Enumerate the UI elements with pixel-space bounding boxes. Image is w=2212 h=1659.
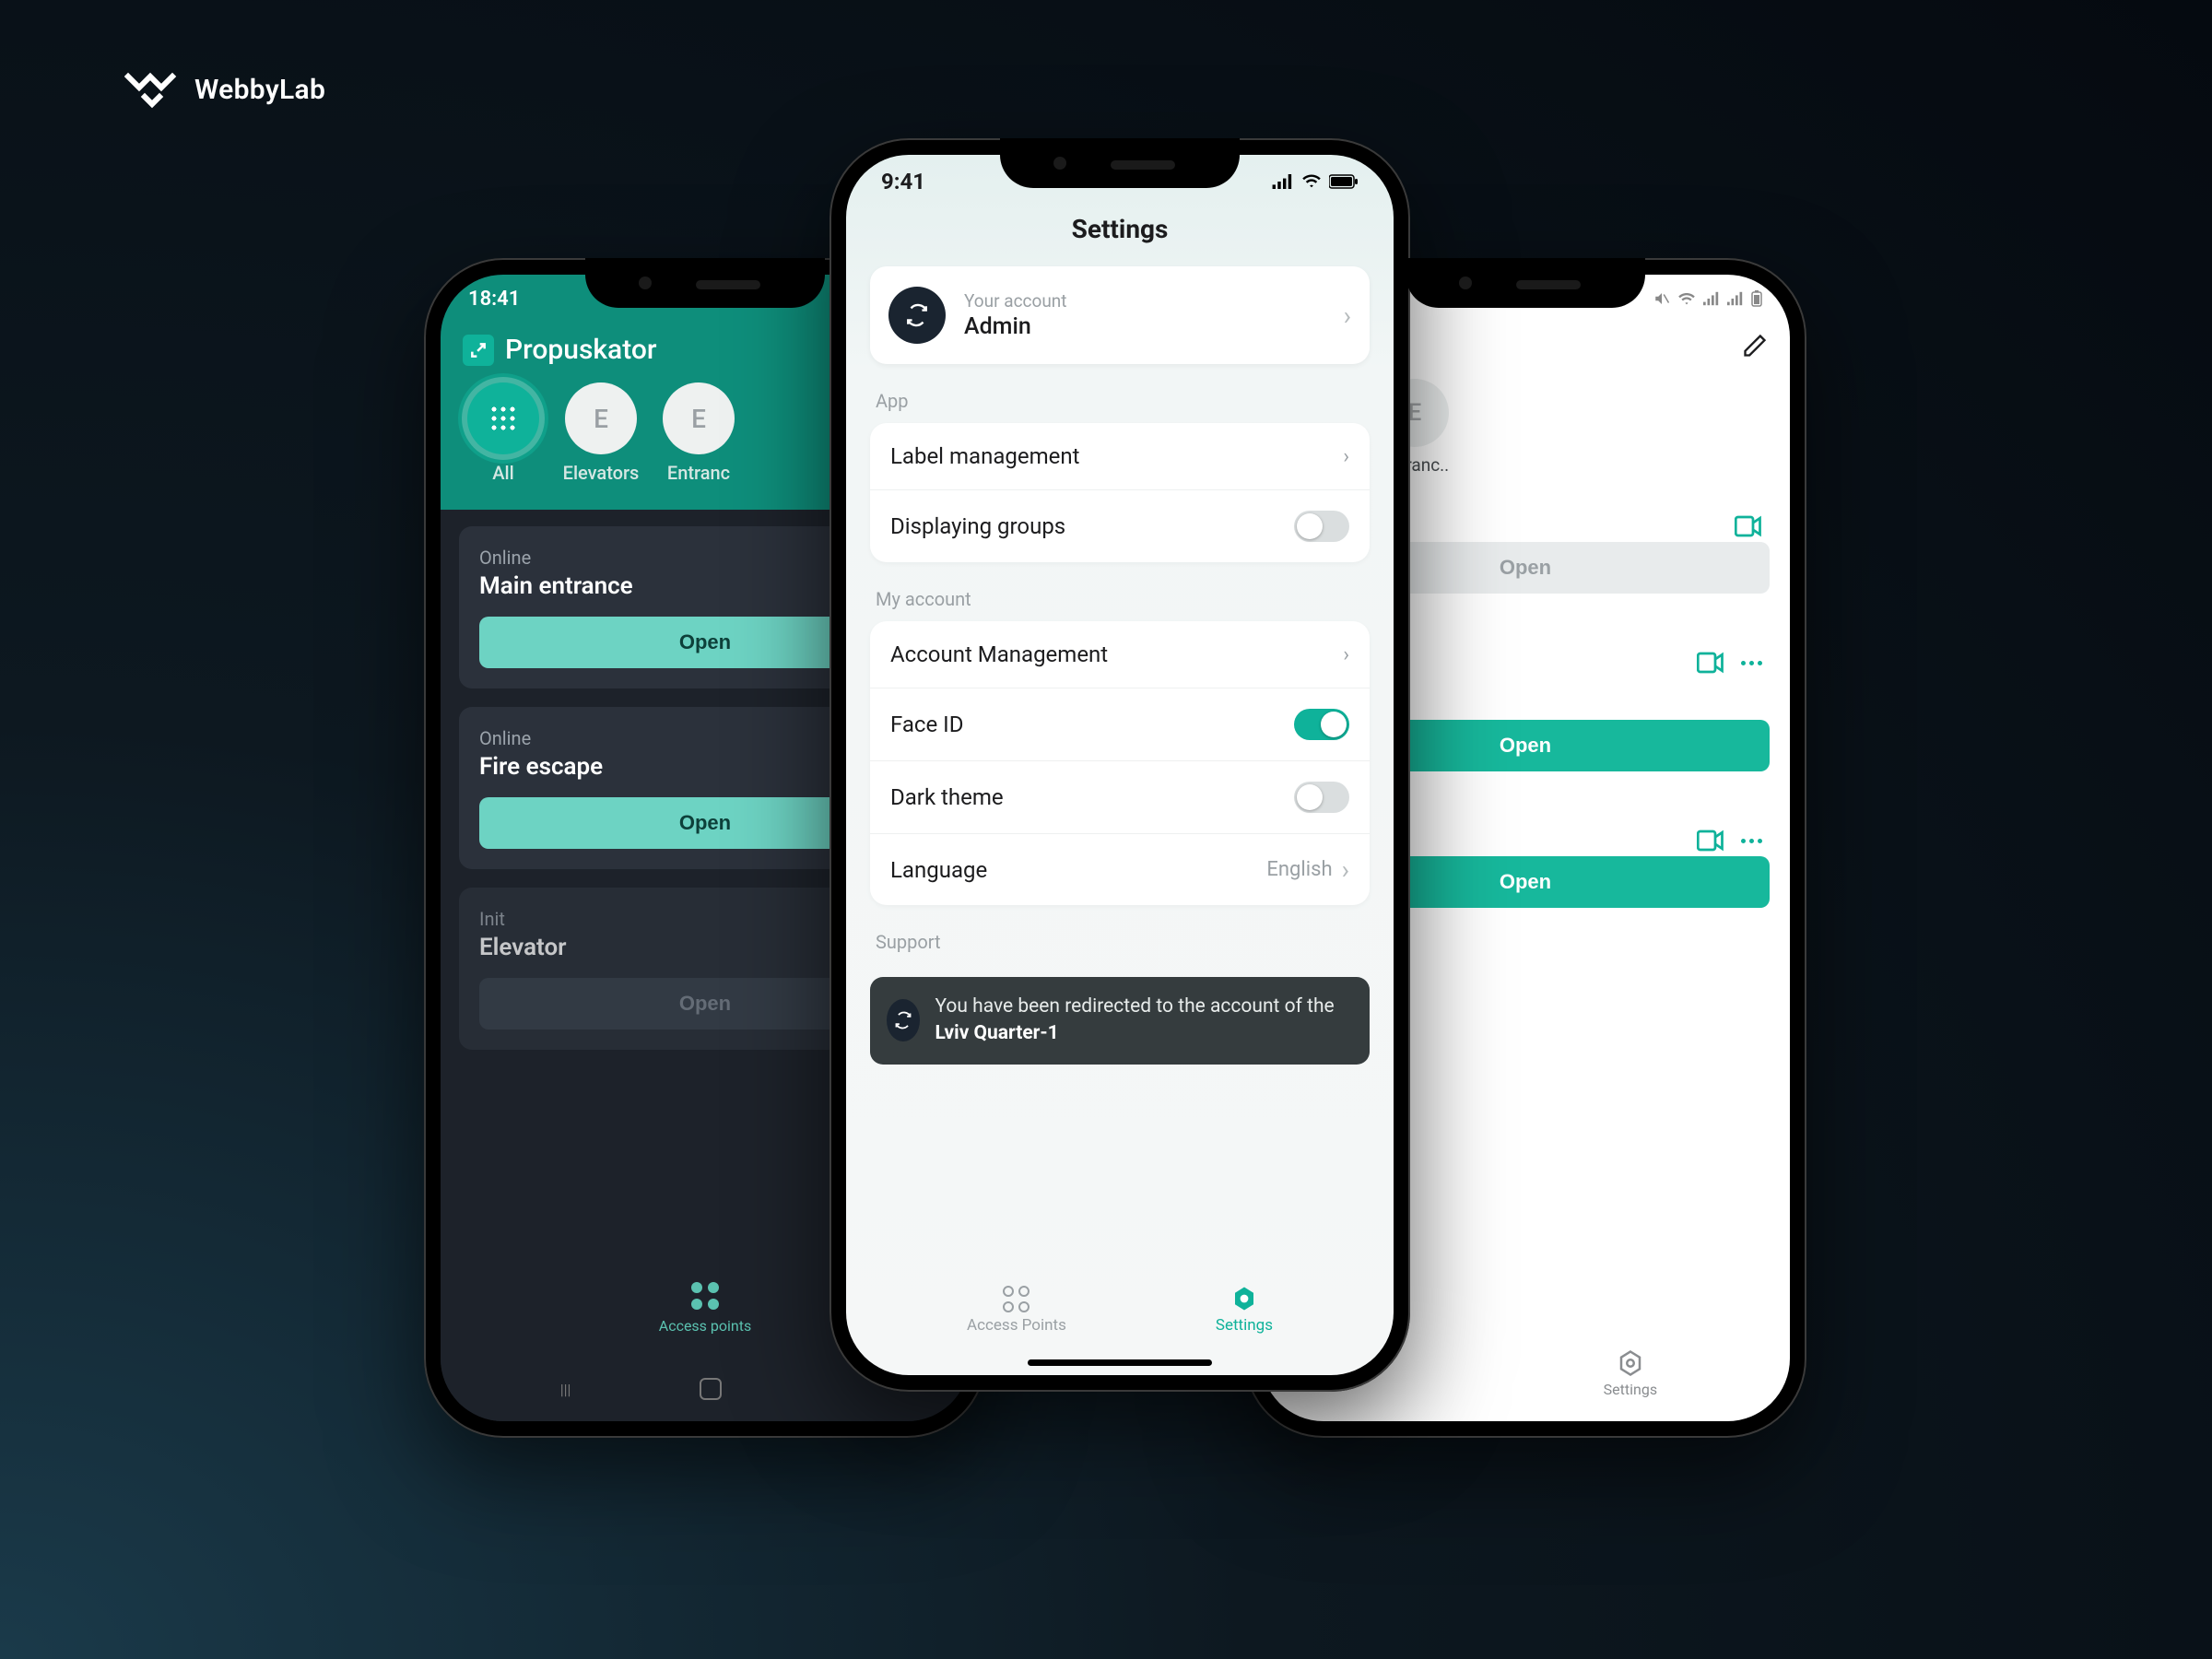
sync-icon — [888, 287, 946, 344]
toast-text: You have been redirected to the account … — [935, 995, 1334, 1018]
settings-group-account: Account Management › Face ID Dark theme … — [870, 621, 1370, 905]
phone-settings: 9:41 Settings Your account Admin — [830, 138, 1410, 1392]
chevron-right-icon: › — [1344, 300, 1351, 331]
nav-access-points[interactable]: Access Points — [967, 1286, 1066, 1335]
chip-entrances[interactable]: E Entranc — [662, 382, 735, 484]
nav-label: Settings — [1216, 1316, 1273, 1335]
mute-icon — [1653, 290, 1670, 307]
camera-icon[interactable] — [1735, 515, 1762, 537]
nav-access-points[interactable]: Access points — [659, 1280, 751, 1335]
chip-all[interactable]: All — [466, 382, 540, 484]
camera-icon[interactable] — [1697, 652, 1724, 674]
row-displaying-groups[interactable]: Displaying groups — [870, 490, 1370, 562]
row-language[interactable]: Language English› — [870, 834, 1370, 905]
signal-icon — [1272, 174, 1294, 189]
nav-label: Settings — [1604, 1381, 1657, 1398]
redirect-toast: You have been redirected to the account … — [870, 977, 1370, 1065]
home-icon[interactable] — [700, 1378, 722, 1400]
row-label-management[interactable]: Label management › — [870, 423, 1370, 490]
row-account-management[interactable]: Account Management › — [870, 621, 1370, 688]
toggle-face-id[interactable] — [1294, 709, 1349, 740]
section-label-support: Support — [846, 905, 1394, 964]
account-card[interactable]: Your account Admin › — [870, 266, 1370, 364]
battery-icon — [1329, 174, 1359, 189]
signal-icon — [1727, 291, 1744, 306]
language-value: English — [1266, 858, 1332, 881]
app-title: Propuskator — [505, 334, 656, 366]
battery-icon — [1751, 290, 1762, 307]
signal-icon — [1703, 291, 1720, 306]
chevron-right-icon: › — [1342, 854, 1349, 885]
row-dark-theme[interactable]: Dark theme — [870, 761, 1370, 834]
section-label-my-account: My account — [846, 562, 1394, 621]
nav-settings[interactable]: Settings — [1216, 1285, 1273, 1335]
settings-group-app: Label management › Displaying groups — [870, 423, 1370, 562]
nav-label: Access Points — [967, 1316, 1066, 1335]
chip-elevators[interactable]: E Elevators — [564, 382, 638, 484]
more-icon[interactable] — [1741, 839, 1762, 843]
edit-icon[interactable] — [1742, 333, 1770, 360]
toggle-dark-theme[interactable] — [1294, 782, 1349, 813]
status-time: 18:41 — [468, 288, 520, 311]
wifi-icon — [1677, 291, 1696, 306]
sync-icon — [887, 999, 920, 1041]
section-label-app: App — [846, 364, 1394, 423]
brand-name: WebbyLab — [194, 74, 325, 106]
chevron-right-icon: › — [1343, 643, 1349, 666]
account-sublabel: Your account — [964, 290, 1325, 312]
page-title: Settings — [846, 203, 1394, 266]
row-face-id[interactable]: Face ID — [870, 688, 1370, 761]
logo-icon — [124, 69, 180, 110]
wifi-icon — [1301, 174, 1322, 189]
toast-account-name: Lviv Quarter-1 — [935, 1022, 1058, 1044]
app-logo-icon — [463, 335, 494, 366]
recent-apps-icon[interactable]: ||| — [560, 1381, 571, 1398]
toggle-displaying-groups[interactable] — [1294, 511, 1349, 542]
status-time: 9:41 — [881, 169, 925, 194]
brand-logo: WebbyLab — [124, 69, 325, 110]
account-name: Admin — [964, 313, 1325, 340]
nav-settings[interactable]: Settings — [1604, 1349, 1657, 1398]
bottom-nav: Access Points Settings — [846, 1267, 1394, 1352]
more-icon[interactable] — [1741, 661, 1762, 665]
camera-icon[interactable] — [1697, 830, 1724, 852]
chevron-right-icon: › — [1343, 445, 1349, 468]
nav-label: Access points — [659, 1317, 751, 1335]
home-indicator[interactable] — [1028, 1359, 1212, 1366]
